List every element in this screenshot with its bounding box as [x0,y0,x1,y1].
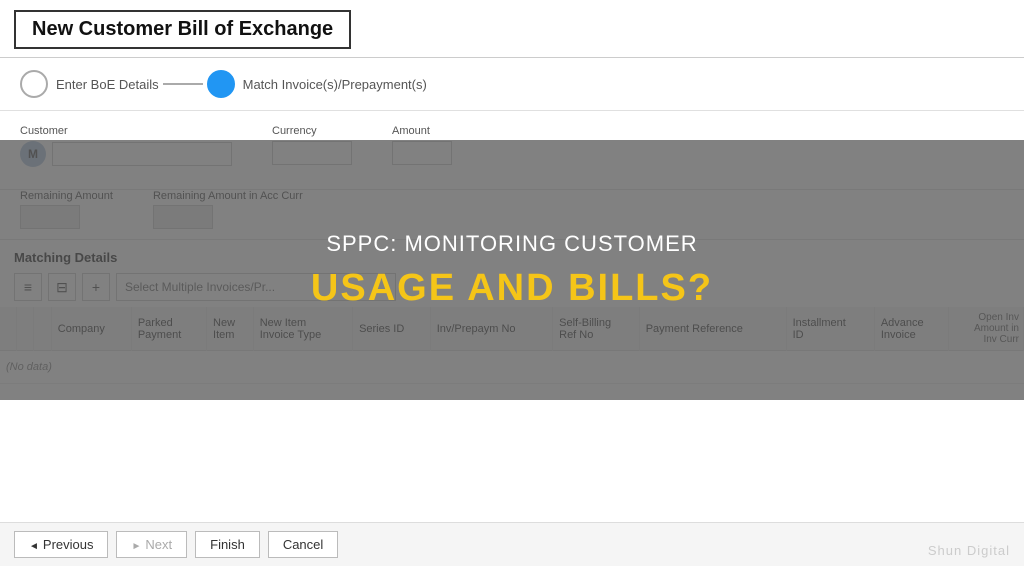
previous-label: Previous [43,537,94,552]
step-1: Enter BoE Details [20,70,159,98]
overlay: SPPC: MONITORING CUSTOMER USAGE AND BILL… [0,140,1024,400]
page-title-text: New Customer Bill of Exchange [32,18,333,40]
next-label: Next [145,537,172,552]
next-button[interactable]: Next [116,531,187,558]
currency-label: Currency [272,125,352,137]
watermark: Shun Digital [928,543,1010,558]
overlay-subtitle: SPPC: MONITORING CUSTOMER [326,231,697,257]
next-icon [131,537,141,552]
cancel-label: Cancel [283,537,323,552]
previous-icon [29,537,39,552]
amount-label: Amount [392,125,452,137]
page-wrapper: New Customer Bill of Exchange Enter BoE … [0,0,1024,566]
step-1-circle [20,70,48,98]
footer: Previous Next Finish Cancel Shun Digital [0,522,1024,566]
step-2-circle [207,70,235,98]
step-2: Match Invoice(s)/Prepayment(s) [207,70,427,98]
step-connector [163,83,203,85]
overlay-title: USAGE AND BILLS? [311,267,713,310]
finish-label: Finish [210,537,245,552]
page-title: New Customer Bill of Exchange [14,10,351,49]
step-2-label: Match Invoice(s)/Prepayment(s) [243,77,427,92]
finish-button[interactable]: Finish [195,531,260,558]
wizard-steps: Enter BoE Details Match Invoice(s)/Prepa… [0,58,1024,111]
previous-button[interactable]: Previous [14,531,108,558]
header: New Customer Bill of Exchange [0,0,1024,58]
cancel-button[interactable]: Cancel [268,531,338,558]
step-1-label: Enter BoE Details [56,77,159,92]
customer-label: Customer [20,125,232,137]
